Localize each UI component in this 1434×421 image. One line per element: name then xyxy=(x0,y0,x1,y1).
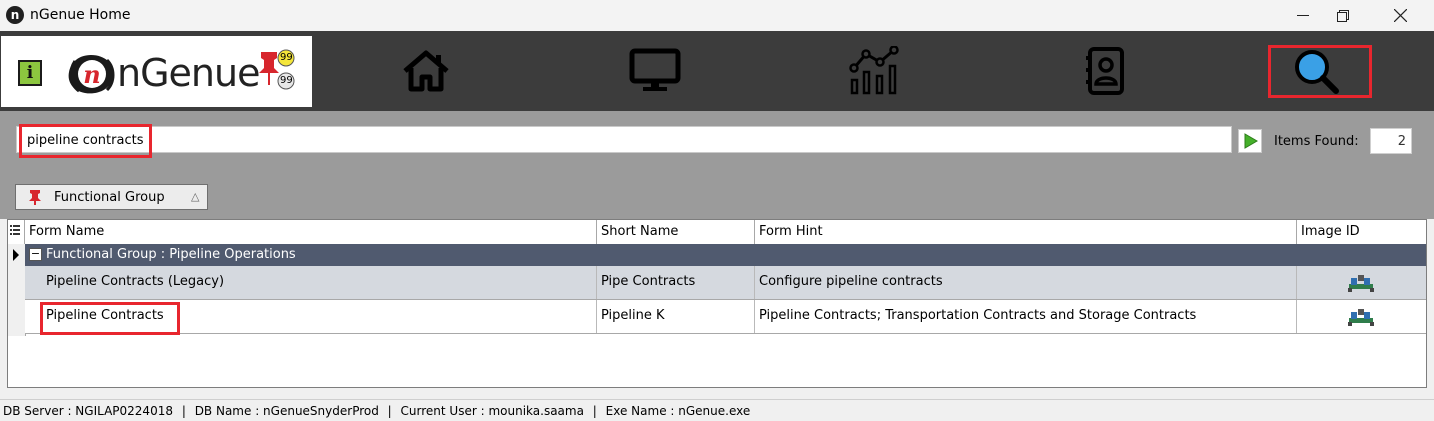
column-chooser-icon xyxy=(10,225,20,235)
svg-text:n: n xyxy=(83,60,100,89)
sort-indicator-icon[interactable]: △ xyxy=(191,190,199,203)
monitor-icon xyxy=(629,48,681,91)
current-row-indicator-icon xyxy=(13,249,19,261)
header-bar: i n nGenue 99 99 xyxy=(0,31,1434,134)
group-row-pipeline-operations[interactable]: − Functional Group : Pipeline Operations xyxy=(25,244,1426,266)
grid-header: Form Name Short Name Form Hint Image ID xyxy=(8,220,1426,245)
brand-logo: n nGenue xyxy=(65,51,260,96)
home-icon xyxy=(403,50,449,92)
badge-bottom: 99 xyxy=(280,75,293,86)
collapse-toggle-icon[interactable]: − xyxy=(29,248,42,261)
window-title: nGenue Home xyxy=(30,7,131,23)
play-icon xyxy=(1244,133,1258,149)
search-bar-area: pipeline contracts Items Found: 2 xyxy=(0,111,1434,171)
cell-form-hint: Pipeline Contracts; Transportation Contr… xyxy=(755,300,1297,333)
badge-top: 99 xyxy=(280,52,293,63)
search-input-highlight xyxy=(19,124,152,158)
items-found-label: Items Found: xyxy=(1274,134,1359,149)
table-row[interactable]: Pipeline Contracts (Legacy) Pipe Contrac… xyxy=(25,266,1426,300)
minimize-icon xyxy=(1297,14,1309,16)
pipeline-icon xyxy=(1348,275,1374,292)
row-indicator-column xyxy=(8,244,26,336)
nav-monitor[interactable] xyxy=(625,43,685,99)
table-row[interactable]: Pipeline Contracts Pipeline K Pipeline C… xyxy=(25,300,1426,334)
logo-panel: i n nGenue 99 99 xyxy=(1,36,312,107)
app-logo-icon: n xyxy=(6,6,24,24)
status-current-user: Current User : mounika.saama xyxy=(400,404,584,418)
cell-short-name: Pipe Contracts xyxy=(597,266,755,299)
column-chooser-button[interactable] xyxy=(8,220,25,244)
nav-home[interactable] xyxy=(396,43,456,99)
status-bar: DB Server : NGILAP0224018 | DB Name : nG… xyxy=(0,399,1434,421)
title-bar: n nGenue Home xyxy=(0,0,1434,31)
search-icon-highlight xyxy=(1268,45,1372,98)
cell-form-hint: Configure pipeline contracts xyxy=(755,266,1297,299)
contacts-icon xyxy=(1086,47,1124,95)
status-separator: | xyxy=(592,404,597,418)
pin-badge-cluster[interactable]: 99 99 xyxy=(257,48,301,100)
pin-icon xyxy=(29,190,41,205)
group-chip-functional-group[interactable]: Functional Group △ xyxy=(15,184,208,210)
close-button[interactable] xyxy=(1377,0,1423,31)
analytics-icon xyxy=(849,46,899,95)
group-chip-label: Functional Group xyxy=(54,190,165,205)
cell-image-id xyxy=(1297,300,1426,333)
status-db-name: DB Name : nGenueSnyderProd xyxy=(194,404,379,418)
cell-short-name: Pipeline K xyxy=(597,300,755,333)
run-search-button[interactable] xyxy=(1238,129,1262,153)
close-icon xyxy=(1393,9,1407,22)
status-separator: | xyxy=(387,404,392,418)
items-found-value: 2 xyxy=(1370,128,1412,154)
status-separator: | xyxy=(181,404,186,418)
brand-mark-icon: n xyxy=(68,55,115,94)
nav-contacts[interactable] xyxy=(1076,43,1136,99)
brand-name: nGenue xyxy=(117,51,260,95)
pipeline-icon xyxy=(1348,309,1374,326)
cell-form-name: Pipeline Contracts (Legacy) xyxy=(25,266,597,299)
restore-button[interactable] xyxy=(1320,0,1366,31)
info-button[interactable]: i xyxy=(18,60,42,86)
cell-image-id xyxy=(1297,266,1426,299)
pin-icon xyxy=(259,49,295,90)
column-header-form-name[interactable]: Form Name xyxy=(25,220,597,244)
search-input[interactable]: pipeline contracts xyxy=(16,126,1232,153)
nav-analytics[interactable] xyxy=(846,43,906,99)
row-highlight xyxy=(40,302,180,335)
results-grid: Form Name Short Name Form Hint Image ID … xyxy=(7,219,1427,388)
column-header-form-hint[interactable]: Form Hint xyxy=(755,220,1297,244)
status-db-server: DB Server : NGILAP0224018 xyxy=(3,404,173,418)
column-header-short-name[interactable]: Short Name xyxy=(597,220,755,244)
status-exe-name: Exe Name : nGenue.exe xyxy=(605,404,751,418)
restore-icon xyxy=(1337,9,1349,22)
group-row-label: Functional Group : Pipeline Operations xyxy=(46,247,296,262)
group-by-panel: Functional Group △ xyxy=(0,171,1434,219)
column-header-image-id[interactable]: Image ID xyxy=(1297,220,1426,244)
